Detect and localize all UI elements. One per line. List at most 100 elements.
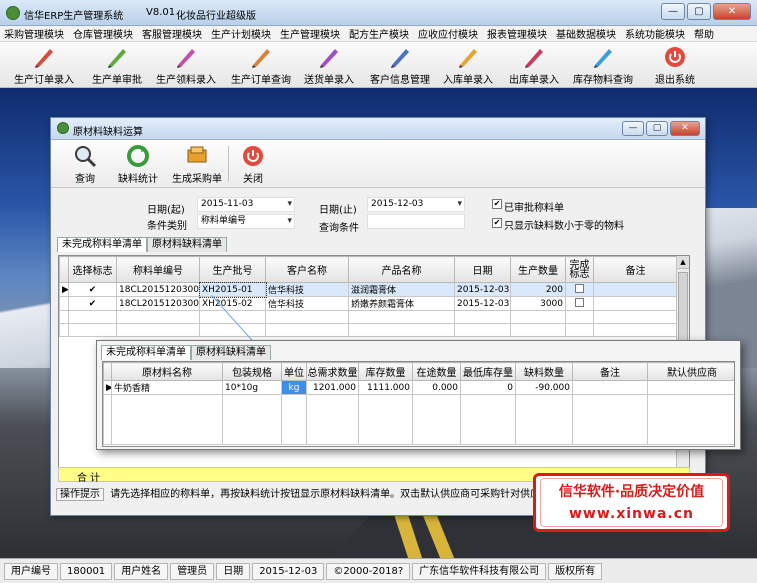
batch-cell[interactable]: XH2015-01	[198, 281, 267, 298]
menu-item-help[interactable]: 帮助	[694, 26, 714, 41]
grid-header[interactable]: 单位	[281, 362, 307, 381]
code-cell[interactable]: 18CL20151203001	[116, 282, 200, 297]
popup-tab-pending-weighing[interactable]: 未完成称料单清单	[101, 345, 191, 360]
menu-item-service[interactable]: 客服管理模块	[142, 26, 202, 41]
grid-header[interactable]: 原材料名称	[111, 362, 223, 381]
toolbar-picking-entry-button[interactable]: 生产领料录入	[156, 45, 216, 86]
toolbar-order-query-button[interactable]: 生产订单查询	[231, 45, 291, 86]
done-checkbox[interactable]	[575, 283, 584, 293]
transit-cell[interactable]: 0.000	[412, 380, 461, 395]
table-row[interactable]: ▶ 牛奶香精 10*10g kg 1201.000 1111.000 0.000…	[103, 380, 734, 395]
grid-header[interactable]: 默认供应商	[647, 362, 734, 381]
spec-cell[interactable]: 10*10g	[222, 380, 282, 395]
approved-only-checkbox[interactable]: ✔	[492, 199, 502, 209]
shortage-stat-button[interactable]: 缺料统计	[118, 144, 158, 185]
menu-item-system[interactable]: 系统功能模块	[625, 26, 685, 41]
menu-item-plan[interactable]: 生产计划模块	[211, 26, 271, 41]
table-row[interactable]: ▶ ✔ 18CL20151203001 XH2015-01 信华科技 滋润霜膏体…	[59, 281, 678, 298]
query-cond-input[interactable]	[367, 214, 465, 229]
table-row[interactable]: ✔ 18CL20151203002 XH2015-02 信华科技 娇嫩养颜霜膏体…	[59, 296, 678, 311]
window-icon	[57, 122, 69, 134]
menu-item-warehouse[interactable]: 仓库管理模块	[73, 26, 133, 41]
unit-cell[interactable]: kg	[281, 380, 307, 395]
date-to-field[interactable]: 2015-12-03	[367, 197, 465, 212]
grid-header[interactable]: 生产数量	[510, 256, 566, 283]
date-cell[interactable]: 2015-12-03	[454, 282, 511, 297]
cond-type-label: 条件类别	[147, 221, 187, 232]
menu-item-formula[interactable]: 配方生产模块	[349, 26, 409, 41]
query-button[interactable]: 查询	[73, 144, 97, 185]
date-label: 日期	[216, 562, 251, 580]
negative-only-checkbox[interactable]: ✔	[492, 218, 502, 228]
note-cell[interactable]	[593, 296, 678, 311]
restore-button[interactable]: ▢	[687, 3, 711, 20]
generate-po-button[interactable]: 生成采购单	[172, 144, 222, 185]
grid-header[interactable]: 日期	[454, 256, 511, 283]
done-cell[interactable]	[565, 282, 594, 297]
note-cell[interactable]	[572, 380, 648, 395]
grid-header[interactable]: 备注	[572, 362, 648, 381]
grid-header[interactable]: 缺料数量	[515, 362, 573, 381]
app-titlebar: 信华ERP生产管理系统 V8.01 化妆品行业超级版 — ▢ ✕	[0, 0, 757, 26]
scroll-up-arrow-icon[interactable]: ▲	[677, 256, 689, 269]
select-flag-cell[interactable]: ✔	[68, 296, 117, 311]
grid-header[interactable]: 称料单编号	[116, 256, 200, 283]
cond-type-select[interactable]: 称料单编号	[197, 214, 295, 229]
product-cell[interactable]: 娇嫩养颜霜膏体	[348, 296, 455, 311]
note-cell[interactable]	[593, 282, 678, 297]
toolbar-order-entry-button[interactable]: 生产订单录入	[14, 45, 74, 86]
close-button[interactable]: ✕	[713, 3, 751, 20]
minimize-button[interactable]: —	[661, 3, 685, 20]
shortage-cell[interactable]: -90.000	[515, 380, 573, 395]
menu-item-production[interactable]: 生产管理模块	[280, 26, 340, 41]
menu-item-report[interactable]: 报表管理模块	[487, 26, 547, 41]
customer-cell[interactable]: 信华科技	[265, 282, 349, 297]
menu-item-finance[interactable]: 应收应付模块	[418, 26, 478, 41]
menu-item-basedata[interactable]: 基础数据模块	[556, 26, 616, 41]
tab-material-shortage[interactable]: 原材料缺料清单	[147, 237, 227, 252]
toolbar-delivery-entry-button[interactable]: 送货单录入	[304, 45, 354, 86]
close-window-button[interactable]: 关闭	[241, 144, 265, 185]
toolbar-label: 送货单录入	[304, 75, 354, 86]
grid-header[interactable]: 最低库存量	[460, 362, 516, 381]
grid-header[interactable]: 包装规格	[222, 362, 282, 381]
date-from-field[interactable]: 2015-11-03	[197, 197, 295, 212]
supplier-cell[interactable]	[647, 380, 734, 395]
material-name-cell[interactable]: 牛奶香精	[111, 380, 223, 395]
popup-tab-material-shortage[interactable]: 原材料缺料清单	[191, 345, 271, 360]
select-flag-cell[interactable]: ✔	[68, 282, 117, 297]
grid-header[interactable]: 备注	[593, 256, 678, 283]
batch-cell[interactable]: XH2015-02	[199, 296, 266, 311]
menu-item-purchase[interactable]: 采购管理模块	[4, 26, 64, 41]
grid-header[interactable]: 选择标志	[68, 256, 117, 283]
product-cell[interactable]: 滋润霜膏体	[348, 282, 455, 297]
empty-row	[103, 394, 734, 445]
qty-cell[interactable]: 200	[510, 282, 566, 297]
child-restore-button[interactable]: ▢	[646, 121, 668, 136]
grid-header[interactable]: 生产批号	[199, 256, 266, 283]
child-close-button[interactable]: ✕	[670, 121, 700, 136]
stock-cell[interactable]: 1111.000	[358, 380, 413, 395]
grid-header[interactable]: 库存数量	[358, 362, 413, 381]
grid-header[interactable]: 总需求数量	[306, 362, 359, 381]
grid-header[interactable]: 产品名称	[348, 256, 455, 283]
toolbar-stock-out-button[interactable]: 出库单录入	[509, 45, 559, 86]
min-stock-cell[interactable]: 0	[460, 380, 516, 395]
code-cell[interactable]: 18CL20151203002	[116, 296, 200, 311]
toolbar-customer-button[interactable]: 客户信息管理	[370, 45, 430, 86]
toolbar-order-approve-button[interactable]: 生产单审批	[92, 45, 142, 86]
child-minimize-button[interactable]: —	[622, 121, 644, 136]
done-checkbox[interactable]	[575, 297, 584, 307]
grid-header[interactable]: 完成标志	[565, 256, 594, 283]
tab-pending-weighing[interactable]: 未完成称料单清单	[57, 237, 147, 252]
need-cell[interactable]: 1201.000	[306, 380, 359, 395]
toolbar-stock-in-button[interactable]: 入库单录入	[443, 45, 493, 86]
toolbar-exit-button[interactable]: 退出系统	[655, 45, 695, 86]
grid-header[interactable]: 客户名称	[265, 256, 349, 283]
done-cell[interactable]	[565, 296, 594, 311]
grid-header[interactable]: 在途数量	[412, 362, 461, 381]
customer-cell[interactable]: 信华科技	[265, 296, 349, 311]
date-cell[interactable]: 2015-12-03	[454, 296, 511, 311]
qty-cell[interactable]: 3000	[510, 296, 566, 311]
toolbar-inventory-button[interactable]: 库存物料查询	[573, 45, 633, 86]
